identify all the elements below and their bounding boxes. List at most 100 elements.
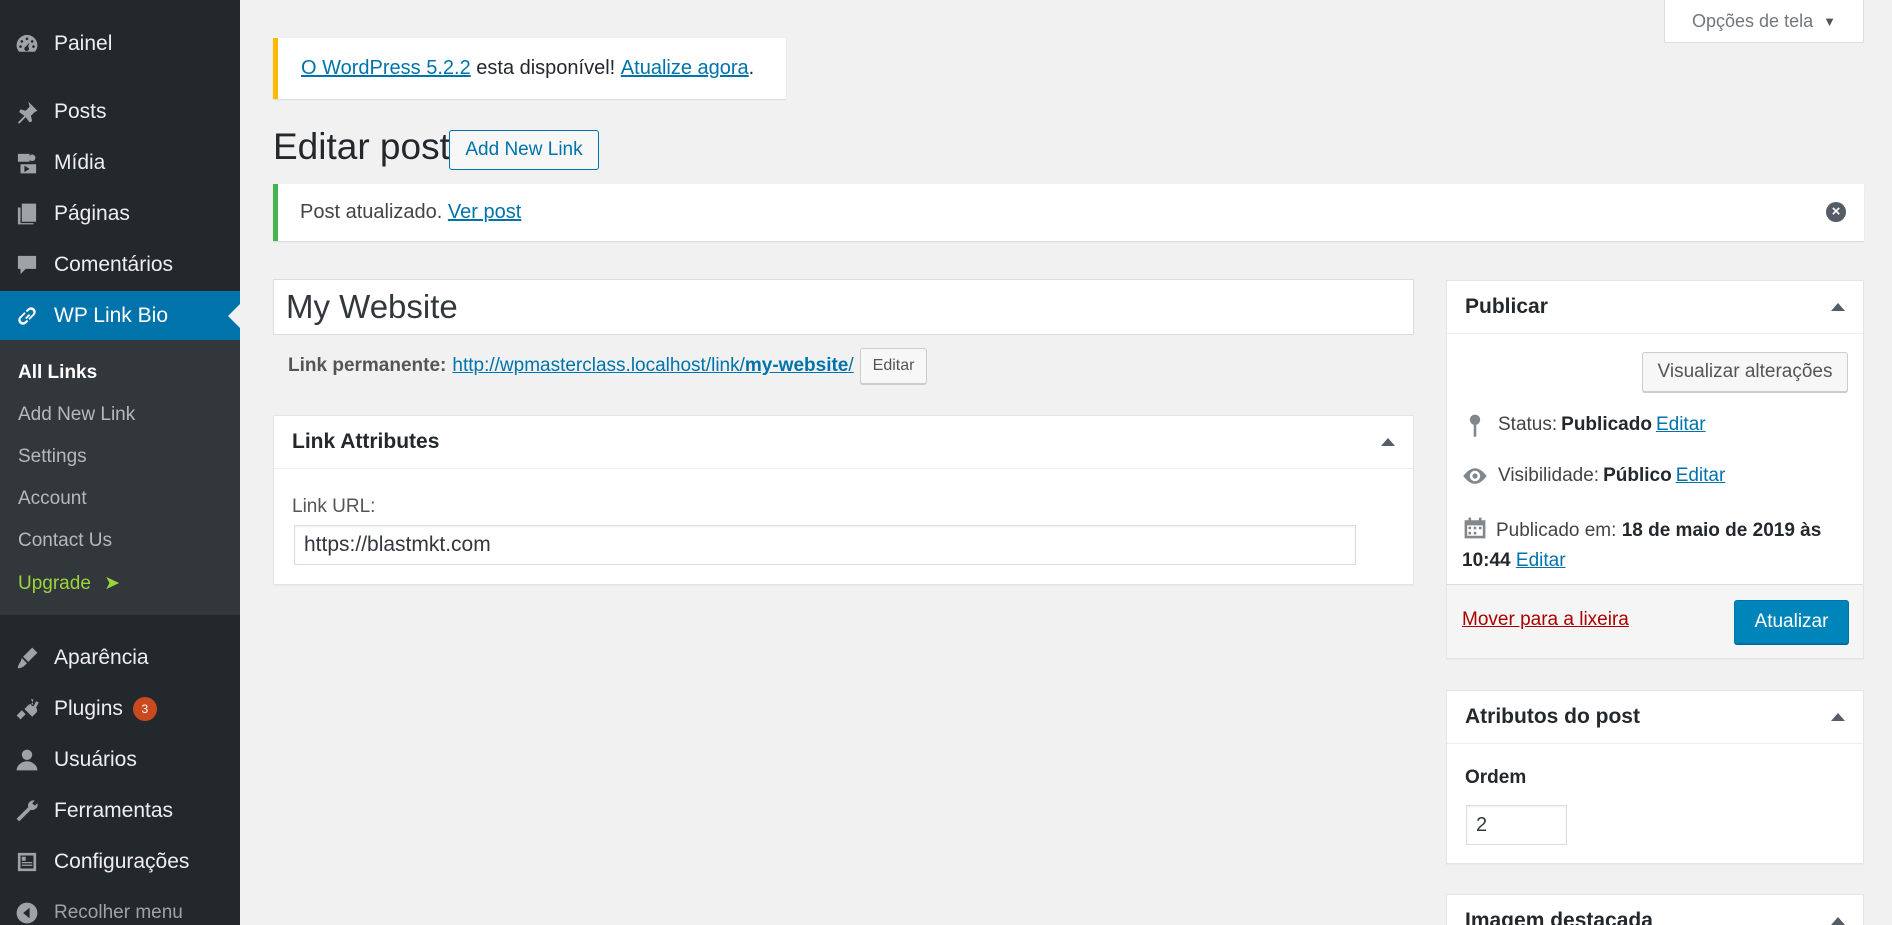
update-button[interactable]: Atualizar [1734,600,1849,644]
wordpress-version-link[interactable]: O WordPress 5.2.2 [301,57,471,80]
collapse-toggle-icon[interactable] [1831,303,1845,311]
menu-label: Usuários [54,748,137,771]
postbox-header[interactable]: Atributos do post [1447,691,1863,744]
menu-item-configuracoes[interactable]: Configurações [0,837,240,887]
published-date-row: Publicado em: 18 de maio de 2019 às 10:4… [1462,515,1857,576]
menu-item-comentarios[interactable]: Comentários [0,240,240,290]
comments-icon [0,252,54,278]
permalink-edit-button[interactable]: Editar [859,348,928,384]
menu-item-ferramentas[interactable]: Ferramentas [0,786,240,836]
pages-icon [0,201,54,227]
menu-label: Configurações [54,850,190,873]
tools-icon [0,798,54,824]
pin-icon [1469,414,1481,437]
order-label: Ordem [1465,767,1527,788]
status-row: Status: Publicado Editar [1462,412,1706,438]
edit-status-link[interactable]: Editar [1656,414,1706,436]
menu-item-recolher[interactable]: Recolher menu [0,888,240,925]
postbox-header[interactable]: Imagem destacada [1447,895,1863,925]
edit-date-link[interactable]: Editar [1516,550,1566,571]
move-to-trash-link[interactable]: Mover para a lixeira [1462,609,1629,631]
menu-label: Recolher menu [54,902,183,923]
post-attributes-box: Atributos do post Ordem 2 [1446,690,1864,864]
postbox-header[interactable]: Publicar [1447,281,1863,334]
postbox-title: Imagem destacada [1465,909,1653,925]
collapse-icon [0,900,54,925]
screen-options-button[interactable]: Opções de tela ▼ [1664,0,1864,43]
add-new-link-button[interactable]: Add New Link [449,130,599,170]
screen-options-label: Opções de tela [1692,10,1814,31]
update-nag-end: . [748,57,755,79]
menu-label: Posts [54,100,107,123]
plugins-update-badge: 3 [132,697,157,721]
menu-item-painel[interactable]: Painel [0,19,240,69]
users-icon [0,747,54,773]
menu-item-usuarios[interactable]: Usuários [0,735,240,785]
plugins-icon [0,696,54,722]
postbox-title: Publicar [1465,295,1548,318]
menu-item-paginas[interactable]: Páginas [0,189,240,239]
menu-item-plugins[interactable]: Plugins 3 [0,684,240,734]
collapse-toggle-icon[interactable] [1381,438,1395,446]
upgrade-label: Upgrade [18,573,91,594]
update-nag-text: esta disponível! [470,57,621,79]
menu-item-posts[interactable]: Posts [0,87,240,137]
menu-label: Painel [54,32,113,55]
menu-item-wp-link-bio[interactable]: WP Link Bio [0,291,240,341]
admin-sidebar: Painel Posts Mídia Páginas Comentários W… [0,0,240,925]
status-label: Status: [1498,414,1558,435]
submenu-account[interactable]: Account [18,488,87,510]
menu-label: Comentários [54,253,174,276]
collapse-toggle-icon[interactable] [1831,713,1845,721]
success-text: Post atualizado. [300,201,448,223]
link-attributes-box: Link Attributes Link URL: https://blastm… [273,415,1414,585]
submenu-contact-us[interactable]: Contact Us [18,530,112,552]
menu-label: WP Link Bio [54,304,168,327]
permalink-slug: my-website [744,355,849,376]
submenu-settings[interactable]: Settings [18,446,87,468]
settings-icon [0,849,54,875]
permalink-url[interactable]: http://wpmasterclass.localhost/link/my-w… [452,355,853,377]
menu-label: Plugins [54,697,123,720]
menu-label: Mídia [54,151,106,174]
view-post-link[interactable]: Ver post [448,201,521,224]
arrow-right-icon: ➤ [104,573,121,594]
success-notice: Post atualizado. Ver post × [273,184,1864,241]
update-now-link[interactable]: Atualize agora [621,57,749,80]
postbox-header[interactable]: Link Attributes [274,416,1413,469]
media-icon [0,150,54,176]
update-nag: O WordPress 5.2.2 esta disponível! Atual… [273,38,786,99]
menu-item-midia[interactable]: Mídia [0,138,240,188]
appearance-icon [0,645,54,671]
link-url-label: Link URL: [292,496,376,517]
status-value: Publicado [1561,414,1652,435]
page-title: Editar post [273,126,450,167]
menu-item-aparencia[interactable]: Aparência [0,633,240,683]
preview-changes-button[interactable]: Visualizar alterações [1642,352,1848,392]
pin-icon [0,99,54,125]
submenu-add-new-link[interactable]: Add New Link [18,404,135,426]
dashboard-icon [0,31,54,57]
edit-visibility-link[interactable]: Editar [1676,465,1726,487]
submenu-upgrade[interactable]: Upgrade ➤ [18,572,120,595]
dismiss-notice-icon[interactable]: × [1826,202,1846,222]
menu-label: Aparência [54,646,149,669]
menu-label: Páginas [54,202,130,225]
published-label: Publicado em: [1496,520,1617,541]
featured-image-box: Imagem destacada [1446,894,1864,925]
post-title-input[interactable]: My Website [273,279,1414,335]
wp-link-bio-submenu: All Links Add New Link Settings Account … [0,340,240,615]
postbox-title: Atributos do post [1465,705,1640,728]
collapse-toggle-icon[interactable] [1831,917,1845,925]
eye-icon [1463,468,1487,484]
link-url-input[interactable]: https://blastmkt.com [294,525,1356,565]
calendar-icon [1464,517,1486,539]
link-icon [0,303,54,329]
order-input[interactable]: 2 [1466,805,1567,845]
submenu-all-links[interactable]: All Links [18,362,97,384]
visibility-row: Visibilidade: Público Editar [1462,463,1725,489]
caret-down-icon: ▼ [1823,13,1836,29]
postbox-title: Link Attributes [292,430,440,453]
publish-box: Publicar Visualizar alterações Status: P… [1446,280,1864,659]
menu-label: Ferramentas [54,799,174,822]
